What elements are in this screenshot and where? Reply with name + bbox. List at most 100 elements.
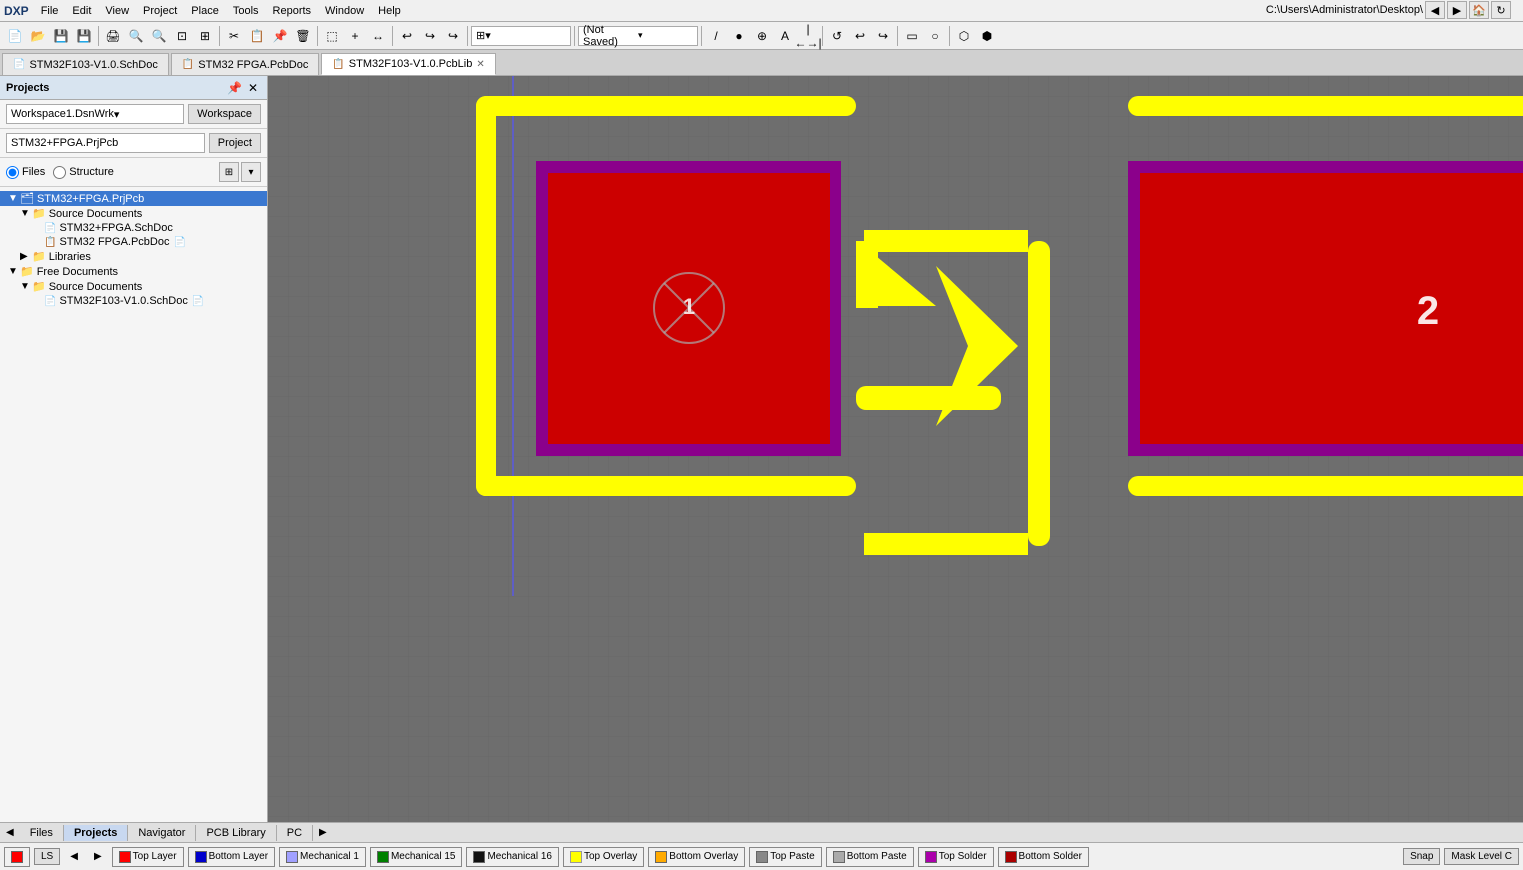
tb-undo-btn[interactable]: ↩ bbox=[396, 25, 418, 47]
tb-param-btn[interactable]: ⊕ bbox=[751, 25, 773, 47]
tb-wire-btn[interactable]: / bbox=[705, 25, 727, 47]
menu-file[interactable]: File bbox=[35, 3, 65, 19]
workspace-dropdown[interactable]: Workspace1.DsnWrk ▾ bbox=[6, 104, 184, 124]
tb-select-btn[interactable]: ⬚ bbox=[321, 25, 343, 47]
tree-item-pcb1[interactable]: 📋 STM32 FPGA.PcbDoc 📄 bbox=[0, 235, 267, 249]
tree-expand-pcb1[interactable] bbox=[32, 237, 44, 248]
tree-item-src2[interactable]: ▼ 📁 Source Documents bbox=[0, 279, 267, 294]
tb-redo-btn[interactable]: ↪ bbox=[419, 25, 441, 47]
bottom-right-arrow[interactable]: ▶ bbox=[313, 825, 333, 840]
tb-copy-btn[interactable]: 📋 bbox=[246, 25, 268, 47]
panel-close-btn[interactable]: ✕ bbox=[245, 81, 261, 95]
tree-item-lib1[interactable]: ▶ 📁 Libraries bbox=[0, 249, 267, 264]
layer-top-overlay[interactable]: Top Overlay bbox=[563, 847, 644, 867]
menu-project[interactable]: Project bbox=[137, 3, 183, 19]
layer-mech1[interactable]: Mechanical 1 bbox=[279, 847, 366, 867]
tree-expand-lib1[interactable]: ▶ bbox=[20, 251, 32, 262]
view-icon-btn2[interactable]: ▾ bbox=[241, 162, 261, 182]
tab-pcblib-close[interactable]: ✕ bbox=[476, 59, 484, 70]
bottom-tab-navigator[interactable]: Navigator bbox=[128, 825, 196, 841]
canvas-area[interactable]: 1 bbox=[268, 76, 1523, 822]
tb-open-btn[interactable]: 📂 bbox=[27, 25, 49, 47]
tab-pcblib[interactable]: 📋 STM32F103-V1.0.PcbLib ✕ bbox=[321, 53, 495, 75]
tb-cut-btn[interactable]: ✂ bbox=[223, 25, 245, 47]
tree-item-sch1[interactable]: 📄 STM32+FPGA.SchDoc bbox=[0, 221, 267, 235]
tree-expand-sch2[interactable] bbox=[32, 296, 44, 307]
tb-circ-btn[interactable]: ○ bbox=[924, 25, 946, 47]
bottom-tab-pc[interactable]: PC bbox=[277, 825, 313, 841]
menu-edit[interactable]: Edit bbox=[66, 3, 97, 19]
tb-zoom-sel-btn[interactable]: ⊞ bbox=[194, 25, 216, 47]
tb-pin-btn[interactable]: ● bbox=[728, 25, 750, 47]
menu-help[interactable]: Help bbox=[372, 3, 407, 19]
tb-save-all-btn[interactable]: 💾 bbox=[73, 25, 95, 47]
project-input[interactable] bbox=[6, 133, 205, 153]
tree-item-src1[interactable]: ▼ 📁 Source Documents bbox=[0, 206, 267, 221]
menu-reports[interactable]: Reports bbox=[267, 3, 318, 19]
tree-item-free1[interactable]: ▼ 📁 Free Documents bbox=[0, 264, 267, 279]
layer-top[interactable]: Top Layer bbox=[112, 847, 184, 867]
tb-meas-btn[interactable]: |←→| bbox=[797, 25, 819, 47]
mask-level-btn[interactable]: Mask Level C bbox=[1444, 848, 1519, 865]
tab-pcbdoc[interactable]: 📋 STM32 FPGA.PcbDoc bbox=[171, 53, 320, 75]
addr-home-btn[interactable]: 🏠 bbox=[1469, 1, 1489, 19]
layer-top-paste[interactable]: Top Paste bbox=[749, 847, 821, 867]
addr-refresh-btn[interactable]: ↻ bbox=[1491, 1, 1511, 19]
addr-forward-btn[interactable]: ▶ bbox=[1447, 1, 1467, 19]
not-saved-dropdown[interactable]: (Not Saved) ▾ bbox=[578, 26, 698, 46]
bottom-tab-pcblib[interactable]: PCB Library bbox=[196, 825, 276, 841]
tb-arc-btn[interactable]: ↺ bbox=[826, 25, 848, 47]
status-left-arrow[interactable]: ◀ bbox=[64, 849, 84, 864]
tb-undo2-btn[interactable]: ↩ bbox=[849, 25, 871, 47]
tb-text-btn[interactable]: A bbox=[774, 25, 796, 47]
structure-radio[interactable] bbox=[53, 166, 66, 179]
view-icon-btn1[interactable]: ⊞ bbox=[219, 162, 239, 182]
tb-save-btn[interactable]: 💾 bbox=[50, 25, 72, 47]
tree-expand-src2[interactable]: ▼ bbox=[20, 281, 32, 292]
project-button[interactable]: Project bbox=[209, 133, 261, 153]
tb-zoom-out-btn[interactable]: 🔍 bbox=[148, 25, 170, 47]
menu-view[interactable]: View bbox=[99, 3, 135, 19]
layer-bottom[interactable]: Bottom Layer bbox=[188, 847, 275, 867]
structure-radio-label[interactable]: Structure bbox=[53, 166, 114, 179]
layer-mech15[interactable]: Mechanical 15 bbox=[370, 847, 462, 867]
tb-deselect-btn[interactable]: + bbox=[344, 25, 366, 47]
snap-dropdown[interactable]: ⊞▾ bbox=[471, 26, 571, 46]
tree-expand-sch1[interactable] bbox=[32, 223, 44, 234]
layer-bottom-paste[interactable]: Bottom Paste bbox=[826, 847, 914, 867]
layer-bottom-overlay[interactable]: Bottom Overlay bbox=[648, 847, 745, 867]
tb-new-btn[interactable]: 📄 bbox=[4, 25, 26, 47]
tree-item-root[interactable]: ▼ 🗂 STM32+FPGA.PrjPcb bbox=[0, 191, 267, 206]
status-right-arrow[interactable]: ▶ bbox=[88, 849, 108, 864]
tb-rect-btn[interactable]: ▭ bbox=[901, 25, 923, 47]
tb-view3d-btn[interactable]: ⬢ bbox=[976, 25, 998, 47]
menu-place[interactable]: Place bbox=[185, 3, 225, 19]
tb-delete-btn[interactable]: 🗑 bbox=[292, 25, 314, 47]
tb-print-btn[interactable]: 🖨 bbox=[102, 25, 124, 47]
bottom-tab-projects[interactable]: Projects bbox=[64, 825, 128, 841]
files-radio-label[interactable]: Files bbox=[6, 166, 45, 179]
tree-expand-src1[interactable]: ▼ bbox=[20, 208, 32, 219]
menu-window[interactable]: Window bbox=[319, 3, 370, 19]
tab-schdoc[interactable]: 📄 STM32F103-V1.0.SchDoc bbox=[2, 53, 169, 75]
tb-redo2-btn[interactable]: ↪ bbox=[442, 25, 464, 47]
tb-zoom-in-btn[interactable]: 🔍 bbox=[125, 25, 147, 47]
workspace-button[interactable]: Workspace bbox=[188, 104, 261, 124]
layer-mech16[interactable]: Mechanical 16 bbox=[466, 847, 558, 867]
ls-btn[interactable]: LS bbox=[34, 848, 60, 865]
tb-move-btn[interactable]: ↔ bbox=[367, 25, 389, 47]
layer-bottom-solder[interactable]: Bottom Solder bbox=[998, 847, 1089, 867]
tree-expand-free1[interactable]: ▼ bbox=[8, 266, 20, 277]
bottom-left-arrow[interactable]: ◀ bbox=[0, 825, 20, 840]
panel-pin-btn[interactable]: 📌 bbox=[224, 81, 245, 95]
layer-top-solder[interactable]: Top Solder bbox=[918, 847, 994, 867]
tb-3d-btn[interactable]: ⬡ bbox=[953, 25, 975, 47]
bottom-tab-files[interactable]: Files bbox=[20, 825, 64, 841]
files-radio[interactable] bbox=[6, 166, 19, 179]
tb-redo3-btn[interactable]: ↪ bbox=[872, 25, 894, 47]
snap-btn[interactable]: Snap bbox=[1403, 848, 1440, 865]
tree-expand-root[interactable]: ▼ bbox=[8, 193, 20, 204]
tb-zoom-fit-btn[interactable]: ⊡ bbox=[171, 25, 193, 47]
addr-back-btn[interactable]: ◀ bbox=[1425, 1, 1445, 19]
menu-tools[interactable]: Tools bbox=[227, 3, 265, 19]
